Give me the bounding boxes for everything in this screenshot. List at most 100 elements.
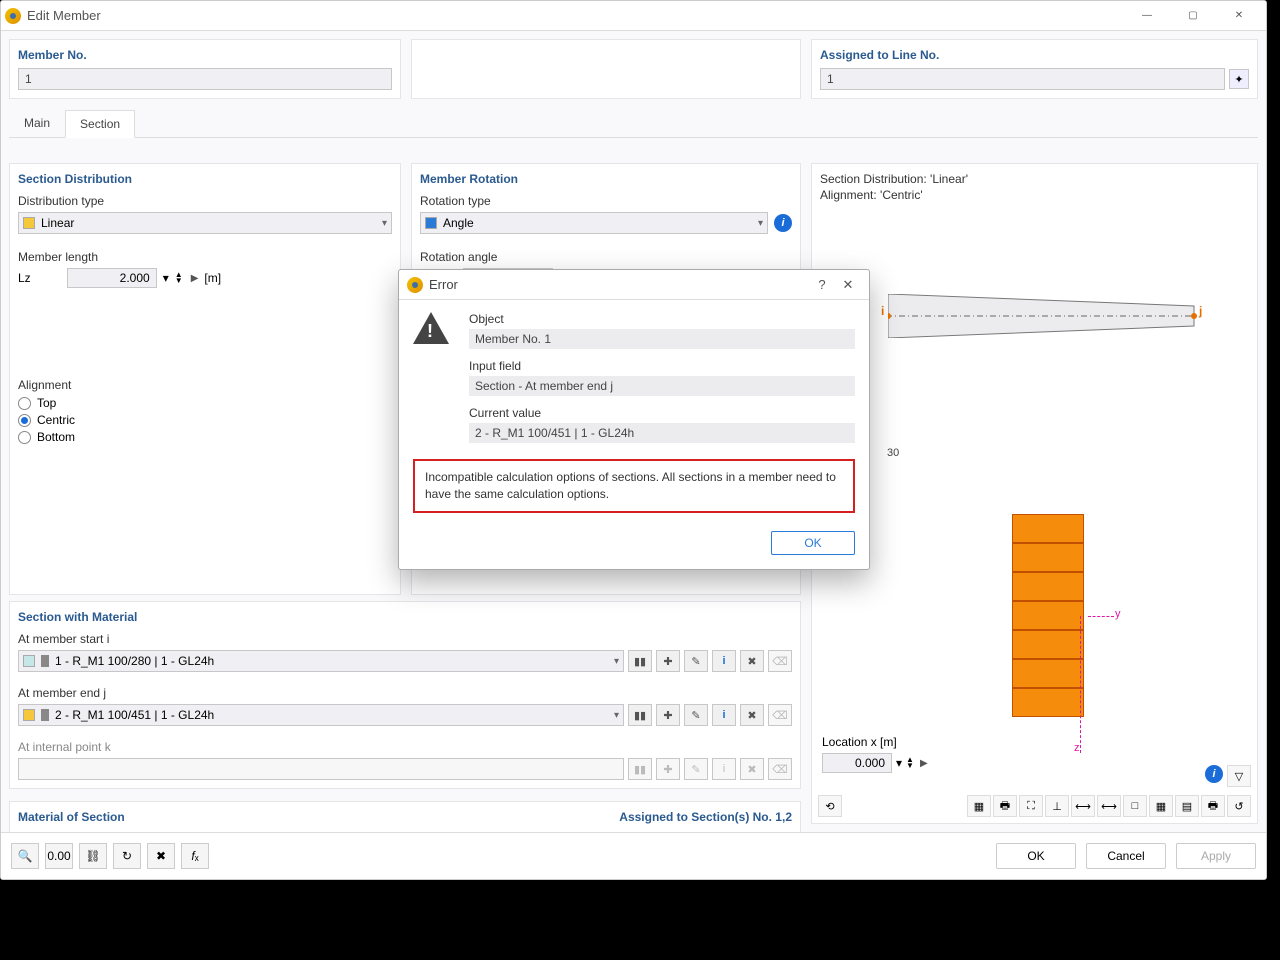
info-icon[interactable]: i: [1205, 765, 1223, 783]
play-icon[interactable]: ▶: [920, 758, 928, 769]
member-no-field[interactable]: [18, 68, 392, 90]
refresh-view-icon[interactable]: ⟲: [818, 795, 842, 817]
close-button[interactable]: ✕: [1216, 1, 1262, 31]
app-icon: [407, 277, 423, 293]
delete-icon[interactable]: ✖: [740, 704, 764, 726]
rotation-type-swatch: [425, 217, 437, 229]
z-axis-label: z: [1074, 742, 1080, 754]
footer-refresh-icon[interactable]: ↻: [113, 843, 141, 869]
alignment-label: Alignment: [18, 378, 392, 392]
rotation-type-combo[interactable]: Angle ▾: [420, 212, 768, 234]
error-current-label: Current value: [469, 406, 855, 420]
error-input-label: Input field: [469, 359, 855, 373]
chevron-down-icon: ▾: [614, 656, 619, 667]
info-icon: i: [712, 758, 736, 780]
error-dialog-title: Error: [429, 277, 458, 292]
info-icon[interactable]: i: [712, 650, 736, 672]
footer-script-icon[interactable]: fₓ: [181, 843, 209, 869]
library-icon[interactable]: ▮▮: [628, 704, 652, 726]
section-with-material-group: Section with Material At member start i …: [9, 601, 801, 789]
footer-help-icon[interactable]: 🔍: [11, 843, 39, 869]
member-no-panel: Member No.: [9, 39, 401, 99]
grid2-icon[interactable]: ▤: [1175, 795, 1199, 817]
location-x-label: Location x [m]: [822, 735, 928, 749]
delete-icon[interactable]: ✖: [740, 650, 764, 672]
rotation-type-label: Rotation type: [420, 194, 792, 208]
cancel-button[interactable]: Cancel: [1086, 843, 1166, 869]
zoom-fit-icon[interactable]: ↺: [1227, 795, 1251, 817]
footer: 🔍 0.00 ⛓ ↻ ✖ fₓ OK Cancel Apply: [1, 832, 1266, 879]
window-title: Edit Member: [27, 8, 101, 23]
dialog-close-button[interactable]: ✕: [835, 272, 861, 298]
play-icon[interactable]: ▶: [191, 273, 199, 284]
assigned-panel: Assigned to Line No. ✦: [811, 39, 1258, 99]
section-distribution-group: Section Distribution Distribution type L…: [9, 163, 401, 595]
swatch-end: [23, 709, 35, 721]
library-icon[interactable]: ▮▮: [628, 650, 652, 672]
new-icon: ✚: [656, 758, 680, 780]
footer-chain-icon[interactable]: ⛓: [79, 843, 107, 869]
dimension-30: 30: [887, 447, 899, 459]
tab-section[interactable]: Section: [65, 110, 135, 138]
info-icon[interactable]: i: [712, 704, 736, 726]
section-shape-icon: [41, 655, 49, 667]
assigned-field[interactable]: [820, 68, 1225, 90]
axis-icon[interactable]: ⊥: [1045, 795, 1069, 817]
alignment-bottom-radio[interactable]: Bottom: [18, 430, 392, 444]
filter-icon[interactable]: ▽: [1227, 765, 1251, 787]
section-internal-label: At internal point k: [18, 740, 792, 754]
print-icon[interactable]: 🖶: [993, 795, 1017, 817]
info-icon[interactable]: i: [774, 214, 792, 232]
paste-icon: ⌫: [768, 704, 792, 726]
span2-icon[interactable]: ⟷: [1097, 795, 1121, 817]
grid-icon[interactable]: ▦: [1149, 795, 1173, 817]
chevron-down-icon: ▾: [758, 218, 763, 229]
ok-button[interactable]: OK: [996, 843, 1076, 869]
error-input-value: Section - At member end j: [469, 376, 855, 396]
member-no-label: Member No.: [18, 48, 392, 62]
distribution-type-label: Distribution type: [18, 194, 392, 208]
delete-icon: ✖: [740, 758, 764, 780]
section-end-label: At member end j: [18, 686, 792, 700]
footer-units-icon[interactable]: 0.00: [45, 843, 73, 869]
edit-icon[interactable]: ✎: [684, 704, 708, 726]
span-icon[interactable]: ⟷: [1071, 795, 1095, 817]
section-distribution-title: Section Distribution: [18, 172, 392, 186]
lz-input[interactable]: [67, 268, 157, 288]
paste-icon: ⌫: [768, 758, 792, 780]
distribution-type-combo[interactable]: Linear ▾: [18, 212, 392, 234]
new-icon[interactable]: ✚: [656, 704, 680, 726]
footer-delete-icon[interactable]: ✖: [147, 843, 175, 869]
rotation-angle-label: Rotation angle: [420, 250, 792, 264]
grid-off-icon[interactable]: □: [1123, 795, 1147, 817]
fit-icon[interactable]: ⛶: [1019, 795, 1043, 817]
preview-line1: Section Distribution: 'Linear': [820, 172, 1249, 188]
paste-icon: ⌫: [768, 650, 792, 672]
member-rotation-title: Member Rotation: [420, 172, 792, 186]
alignment-top-radio[interactable]: Top: [18, 396, 392, 410]
y-axis-label: y: [1115, 608, 1121, 620]
minimize-button[interactable]: —: [1124, 1, 1170, 31]
app-icon: [5, 8, 21, 24]
node-j-label: j: [1199, 304, 1202, 318]
error-ok-button[interactable]: OK: [771, 531, 855, 555]
section-end-combo[interactable]: 2 - R_M1 100/451 | 1 - GL24h ▾: [18, 704, 624, 726]
tapered-member-graphic: [888, 294, 1198, 338]
print2-icon[interactable]: 🖶: [1201, 795, 1225, 817]
tab-main[interactable]: Main: [9, 109, 65, 137]
lz-symbol: Lz: [18, 271, 31, 285]
new-icon[interactable]: ✚: [656, 650, 680, 672]
preview-line2: Alignment: 'Centric': [820, 188, 1249, 204]
alignment-centric-radio[interactable]: Centric: [18, 413, 392, 427]
chevron-down-icon: ▾: [614, 710, 619, 721]
dialog-help-button[interactable]: ?: [809, 272, 835, 298]
maximize-button[interactable]: ▢: [1170, 1, 1216, 31]
pick-line-button[interactable]: ✦: [1229, 69, 1249, 89]
location-x-input[interactable]: [822, 753, 892, 773]
section-start-combo[interactable]: 1 - R_M1 100/280 | 1 - GL24h ▾: [18, 650, 624, 672]
apply-button[interactable]: Apply: [1176, 843, 1256, 869]
lz-unit-arrow[interactable]: ▾: [163, 271, 169, 285]
section-with-material-title: Section with Material: [18, 610, 792, 624]
edit-icon[interactable]: ✎: [684, 650, 708, 672]
view-mode-icon[interactable]: ▦: [967, 795, 991, 817]
